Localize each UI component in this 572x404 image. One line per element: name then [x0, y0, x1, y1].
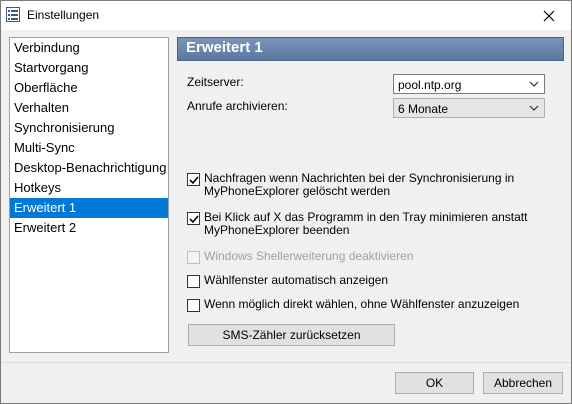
zeitserver-combobox[interactable]: pool.ntp.org: [393, 74, 545, 94]
sidebar-item-erweitert-2[interactable]: Erweitert 2: [10, 218, 168, 238]
panel-header: Erweitert 1: [177, 37, 564, 61]
settings-list-icon: [6, 7, 20, 22]
option-tray-minimieren[interactable]: Bei Klick auf X das Programm in den Tray…: [187, 210, 557, 240]
panel-title: Erweitert 1: [186, 39, 263, 56]
checkmark-icon: [189, 215, 199, 224]
sidebar-item-multi-sync[interactable]: Multi-Sync: [10, 138, 168, 158]
ok-button[interactable]: OK: [395, 372, 474, 394]
sidebar-item-verhalten[interactable]: Verhalten: [10, 98, 168, 118]
nachfragen-loeschen-checkbox[interactable]: [187, 173, 200, 186]
anrufe-archivieren-label: Anrufe archivieren:: [187, 99, 288, 113]
sidebar-item-verbindung[interactable]: Verbindung: [10, 38, 168, 58]
sidebar-item-oberflaeche[interactable]: Oberfläche: [10, 78, 168, 98]
tray-minimieren-label: Bei Klick auf X das Programm in den Tray…: [204, 210, 528, 237]
direkt-waehlen-checkbox[interactable]: [187, 299, 200, 312]
waehlfenster-anzeigen-label: Wählfenster automatisch anzeigen: [204, 273, 389, 287]
zeitserver-value: pool.ntp.org: [398, 78, 462, 92]
waehlfenster-anzeigen-checkbox[interactable]: [187, 275, 200, 288]
option-direkt-waehlen[interactable]: Wenn möglich direkt wählen, ohne Wählfen…: [187, 297, 557, 313]
settings-dialog: Einstellungen Verbindung Startvorgang Ob…: [0, 0, 572, 404]
shellerweiterung-label: Windows Shellerweiterung deaktivieren: [204, 249, 414, 263]
sidebar-item-erweitert-1[interactable]: Erweitert 1: [10, 198, 168, 218]
sidebar-item-synchronisierung[interactable]: Synchronisierung: [10, 118, 168, 138]
cancel-button[interactable]: Abbrechen: [483, 372, 563, 394]
close-icon: [543, 10, 555, 21]
option-nachfragen-loeschen[interactable]: Nachfragen wenn Nachrichten bei der Sync…: [187, 171, 557, 201]
footer-divider: [1, 362, 571, 363]
option-waehlfenster-anzeigen[interactable]: Wählfenster automatisch anzeigen: [187, 273, 557, 289]
tray-minimieren-checkbox[interactable]: [187, 212, 200, 225]
shellerweiterung-checkbox: [187, 251, 200, 264]
nachfragen-loeschen-label: Nachfragen wenn Nachrichten bei der Sync…: [204, 171, 515, 198]
sidebar-item-desktop-benachrichtigung[interactable]: Desktop-Benachrichtigung: [10, 158, 168, 178]
sms-zaehler-reset-button[interactable]: SMS-Zähler zurücksetzen: [188, 324, 395, 346]
sidebar-item-hotkeys[interactable]: Hotkeys: [10, 178, 168, 198]
chevron-down-icon: [529, 81, 539, 87]
window-title: Einstellungen: [27, 8, 100, 22]
settings-category-list[interactable]: Verbindung Startvorgang Oberfläche Verha…: [9, 37, 169, 353]
zeitserver-label: Zeitserver:: [187, 75, 244, 89]
checkmark-icon: [189, 176, 199, 185]
anrufe-archivieren-dropdown[interactable]: 6 Monate: [393, 98, 545, 118]
title-bar: Einstellungen: [1, 1, 571, 30]
chevron-down-icon: [529, 105, 539, 111]
settings-panel: Erweitert 1 Zeitserver: pool.ntp.org Anr…: [177, 37, 564, 353]
close-button[interactable]: [527, 1, 571, 30]
anrufe-archivieren-value: 6 Monate: [398, 102, 449, 116]
sidebar-item-startvorgang[interactable]: Startvorgang: [10, 58, 168, 78]
option-shellerweiterung: Windows Shellerweiterung deaktivieren: [187, 249, 557, 265]
direkt-waehlen-label: Wenn möglich direkt wählen, ohne Wählfen…: [204, 297, 520, 311]
